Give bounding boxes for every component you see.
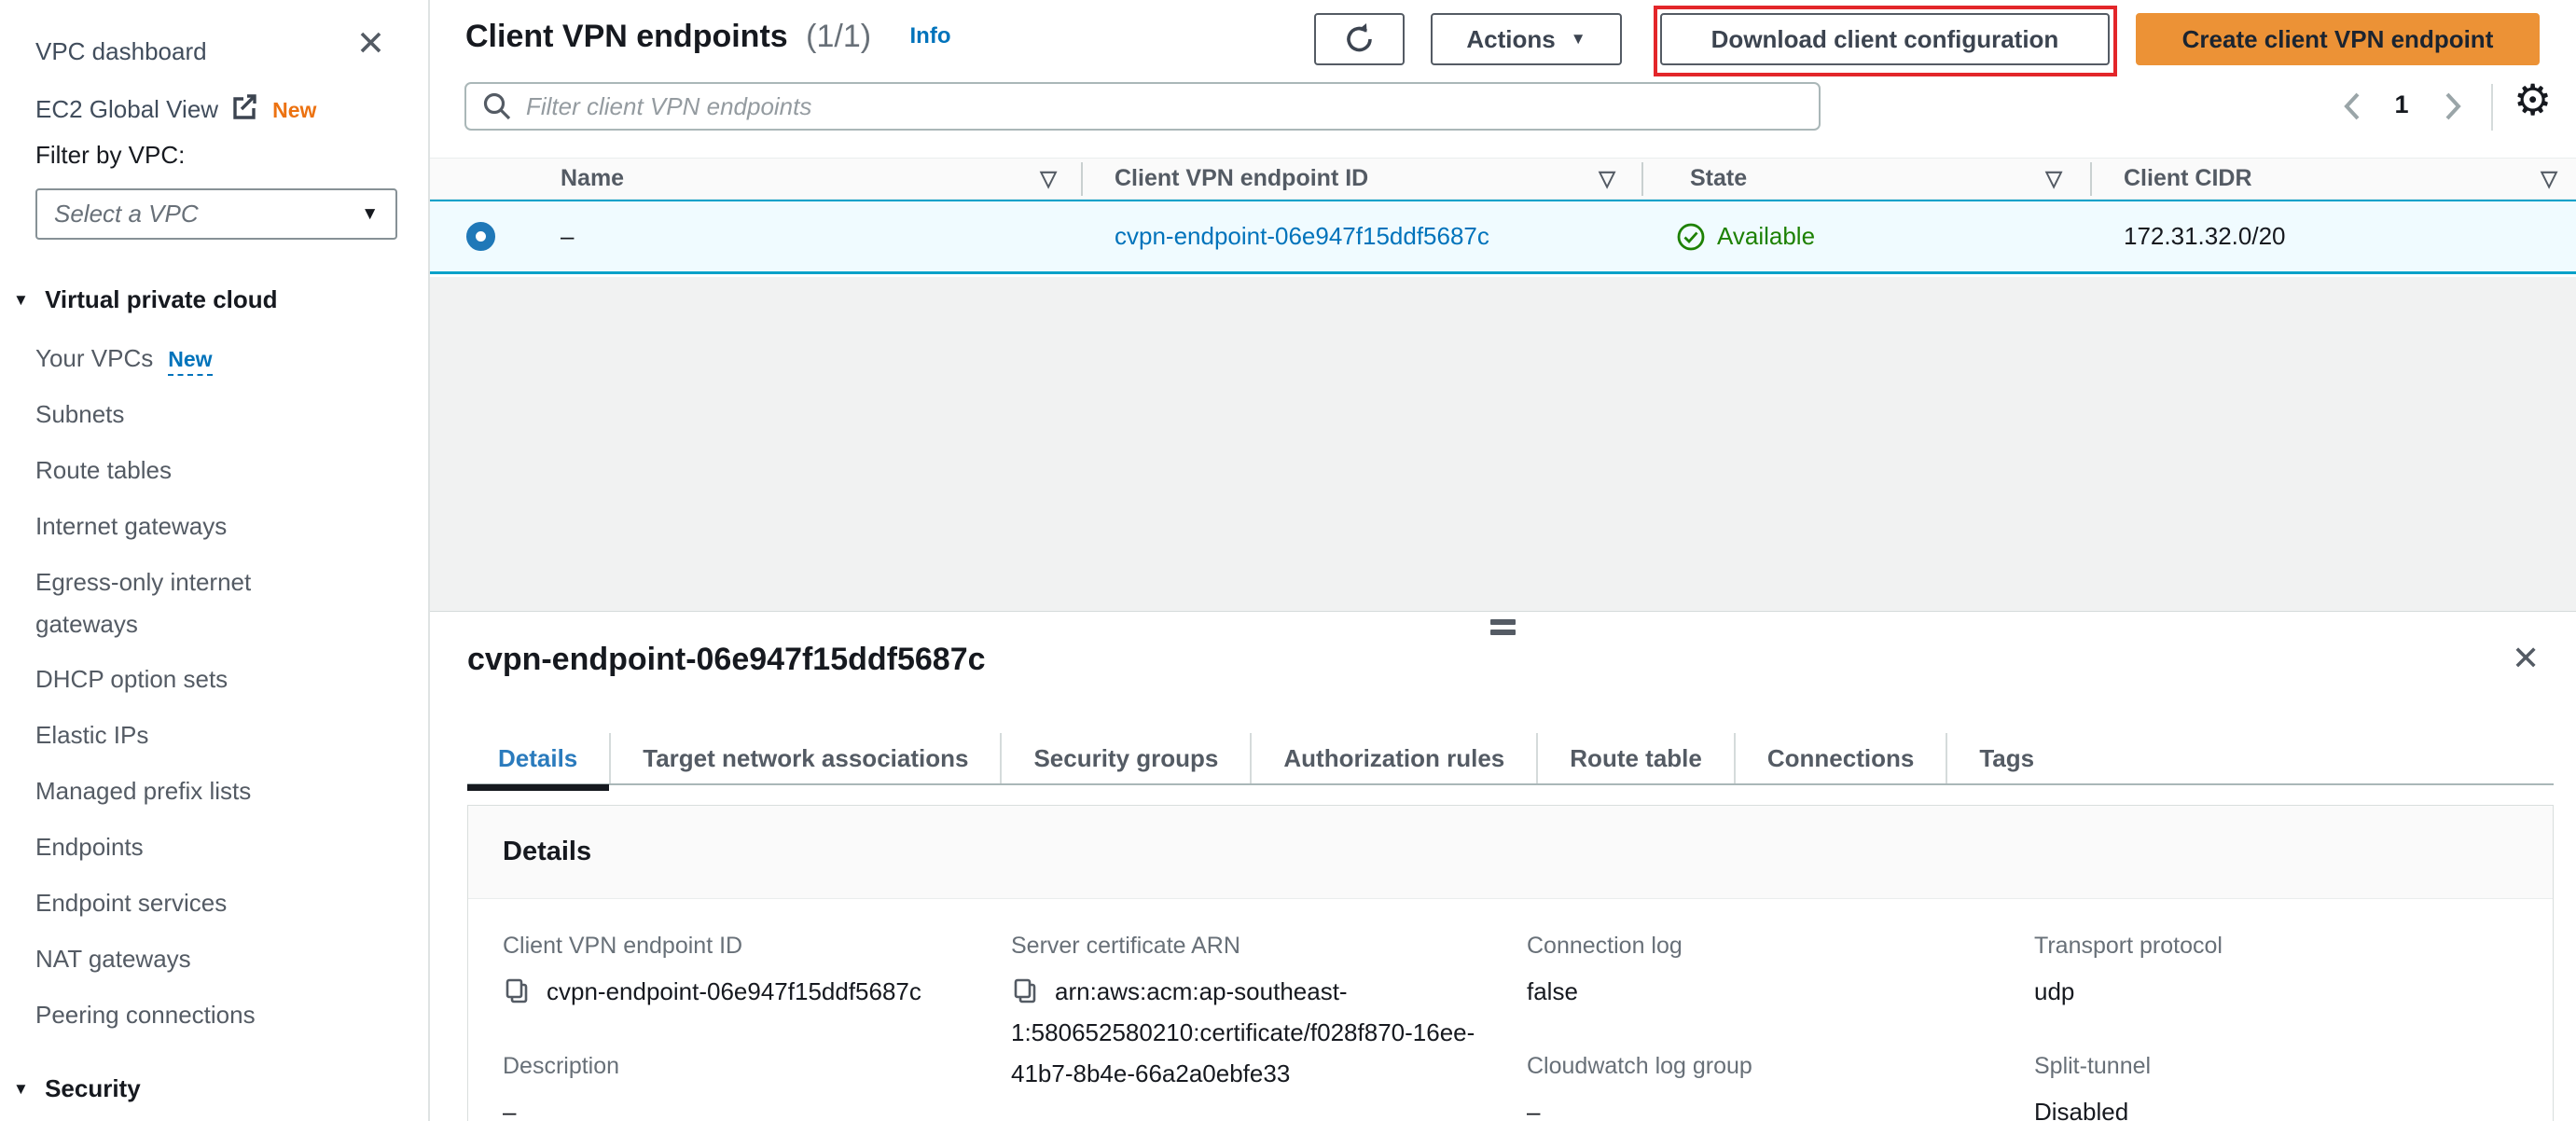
- tab-security-groups[interactable]: Security groups: [1000, 733, 1250, 783]
- tab-authorization-rules[interactable]: Authorization rules: [1250, 733, 1536, 783]
- create-client-vpn-endpoint-button[interactable]: Create client VPN endpoint: [2136, 13, 2540, 65]
- field-description: Description –: [503, 1053, 1011, 1121]
- tab-target-network-associations[interactable]: Target network associations: [609, 733, 1000, 783]
- sidebar-item-endpoints[interactable]: Endpoints: [35, 826, 144, 868]
- new-badge[interactable]: New: [168, 347, 212, 376]
- row-radio-selected[interactable]: [466, 222, 495, 251]
- status-badge: Available: [1675, 221, 1815, 253]
- sidebar-item-route-tables[interactable]: Route tables: [35, 450, 172, 491]
- download-client-configuration-button[interactable]: Download client configuration: [1660, 13, 2110, 65]
- filter-by-vpc-label: Filter by VPC:: [35, 141, 185, 170]
- selection-column-header: [430, 159, 533, 199]
- panel-drag-handle[interactable]: [1490, 619, 1516, 640]
- sidebar-item-subnets[interactable]: Subnets: [35, 394, 124, 436]
- table-row[interactable]: – cvpn-endpoint-06e947f15ddf5687c Availa…: [430, 200, 2576, 274]
- chevron-down-icon: ▼: [361, 204, 379, 225]
- page-title: Client VPN endpoints (1/1) Info: [465, 19, 951, 55]
- next-page-button[interactable]: [2441, 90, 2465, 123]
- cell-client-cidr: 172.31.32.0/20: [2092, 222, 2576, 251]
- sidebar-item-nat-gateways[interactable]: NAT gateways: [35, 938, 191, 980]
- sidebar-item-managed-prefix-lists[interactable]: Managed prefix lists: [35, 770, 251, 812]
- column-header-client-cidr[interactable]: Client CIDR ▽: [2092, 159, 2576, 199]
- sidebar-item-endpoint-services[interactable]: Endpoint services: [35, 882, 227, 924]
- field-split-tunnel: Split-tunnel Disabled: [2034, 1053, 2553, 1121]
- column-header-state[interactable]: State ▽: [1643, 159, 2090, 199]
- sidebar-section-virtual-private-cloud[interactable]: ▼ Virtual private cloud: [13, 285, 278, 314]
- sort-filter-icon[interactable]: ▽: [2045, 166, 2062, 191]
- actions-button[interactable]: Actions ▼: [1431, 13, 1622, 65]
- filter-input-container: [464, 82, 1821, 131]
- copy-icon[interactable]: [503, 976, 533, 1006]
- column-header-endpoint-id[interactable]: Client VPN endpoint ID ▽: [1083, 159, 1641, 199]
- details-column-4: Transport protocol udp Split-tunnel Disa…: [2034, 933, 2553, 1121]
- sidebar-item-internet-gateways[interactable]: Internet gateways: [35, 505, 227, 547]
- page-title-text: Client VPN endpoints: [465, 19, 788, 54]
- main-content: Client VPN endpoints (1/1) Info Actions …: [430, 0, 2576, 1121]
- field-client-vpn-endpoint-id: Client VPN endpoint ID cvpn-endpoint-06e…: [503, 933, 1011, 1012]
- sidebar-item-egress-only-internet-gateways[interactable]: Egress-only internet gateways: [35, 561, 325, 645]
- vpc-select-dropdown[interactable]: Select a VPC ▼: [35, 188, 397, 240]
- sort-filter-icon[interactable]: ▽: [1599, 166, 1615, 191]
- external-link-icon: [229, 92, 259, 122]
- cell-name: –: [533, 222, 1083, 251]
- sidebar-item-your-vpcs[interactable]: Your VPCsNew: [35, 338, 213, 381]
- table-header: Name ▽ Client VPN endpoint ID ▽ State ▽ …: [430, 158, 2576, 200]
- details-column-1: Client VPN endpoint ID cvpn-endpoint-06e…: [503, 933, 1011, 1121]
- panel-title: cvpn-endpoint-06e947f15ddf5687c: [467, 642, 986, 678]
- search-icon: [481, 90, 513, 122]
- details-card-title: Details: [468, 806, 2553, 899]
- new-badge: New: [272, 98, 316, 122]
- caret-down-icon: ▼: [1571, 30, 1586, 48]
- tab-route-table[interactable]: Route table: [1536, 733, 1734, 783]
- check-circle-icon: [1675, 221, 1707, 253]
- sidebar-item-dhcp-option-sets[interactable]: DHCP option sets: [35, 658, 228, 700]
- split-panel: cvpn-endpoint-06e947f15ddf5687c ✕ Detail…: [430, 611, 2576, 1121]
- vpc-console-page: VPC dashboard ✕ EC2 Global View New Filte…: [0, 0, 2576, 1121]
- field-connection-log: Connection log false: [1527, 933, 2034, 1012]
- content-backdrop: [430, 277, 2576, 611]
- field-cloudwatch-log-group: Cloudwatch log group –: [1527, 1053, 2034, 1121]
- endpoint-id-link[interactable]: cvpn-endpoint-06e947f15ddf5687c: [1115, 222, 1489, 251]
- details-column-3: Connection log false Cloudwatch log grou…: [1527, 933, 2034, 1121]
- sort-filter-icon[interactable]: ▽: [2541, 166, 2557, 191]
- field-transport-protocol: Transport protocol udp: [2034, 933, 2553, 1012]
- resource-count: (1/1): [806, 19, 871, 54]
- tab-connections[interactable]: Connections: [1734, 733, 1946, 783]
- ec2-global-view-label[interactable]: EC2 Global View: [35, 95, 218, 123]
- page-number[interactable]: 1: [2385, 90, 2418, 119]
- column-header-name[interactable]: Name ▽: [533, 159, 1081, 199]
- sidebar: VPC dashboard ✕ EC2 Global View New Filte…: [0, 0, 430, 1121]
- copy-icon[interactable]: [1011, 976, 1041, 1006]
- previous-page-button[interactable]: [2340, 90, 2364, 123]
- sidebar-item-ec2-global-view[interactable]: EC2 Global View New: [35, 92, 316, 124]
- divider: [2491, 84, 2493, 131]
- vpc-select-placeholder: Select a VPC: [54, 200, 199, 228]
- refresh-button[interactable]: [1314, 13, 1405, 65]
- details-card-body: Client VPN endpoint ID cvpn-endpoint-06e…: [468, 899, 2553, 1121]
- field-server-certificate-arn: Server certificate ARN arn:aws:acm:ap-so…: [1011, 933, 1527, 1094]
- details-card: Details Client VPN endpoint ID cvpn-endp…: [467, 805, 2554, 1121]
- details-column-2: Server certificate ARN arn:aws:acm:ap-so…: [1011, 933, 1527, 1121]
- close-icon[interactable]: ✕: [2512, 642, 2540, 675]
- sidebar-item-peering-connections[interactable]: Peering connections: [35, 994, 256, 1036]
- info-link[interactable]: Info: [910, 23, 951, 48]
- sidebar-item-elastic-ips[interactable]: Elastic IPs: [35, 714, 148, 756]
- sidebar-item-vpc-dashboard[interactable]: VPC dashboard: [35, 37, 207, 66]
- refresh-icon: [1341, 21, 1378, 58]
- close-icon[interactable]: ✕: [356, 26, 385, 61]
- triangle-down-icon: ▼: [13, 1080, 29, 1098]
- gear-icon[interactable]: ⚙: [2514, 78, 2552, 121]
- tab-tags[interactable]: Tags: [1946, 733, 2066, 783]
- sort-filter-icon[interactable]: ▽: [1040, 166, 1057, 191]
- tab-details[interactable]: Details: [467, 733, 609, 783]
- tab-bar: Details Target network associations Secu…: [467, 733, 2554, 785]
- triangle-down-icon: ▼: [13, 291, 29, 309]
- filter-input[interactable]: [526, 92, 1804, 121]
- sidebar-section-security[interactable]: ▼ Security: [13, 1074, 141, 1103]
